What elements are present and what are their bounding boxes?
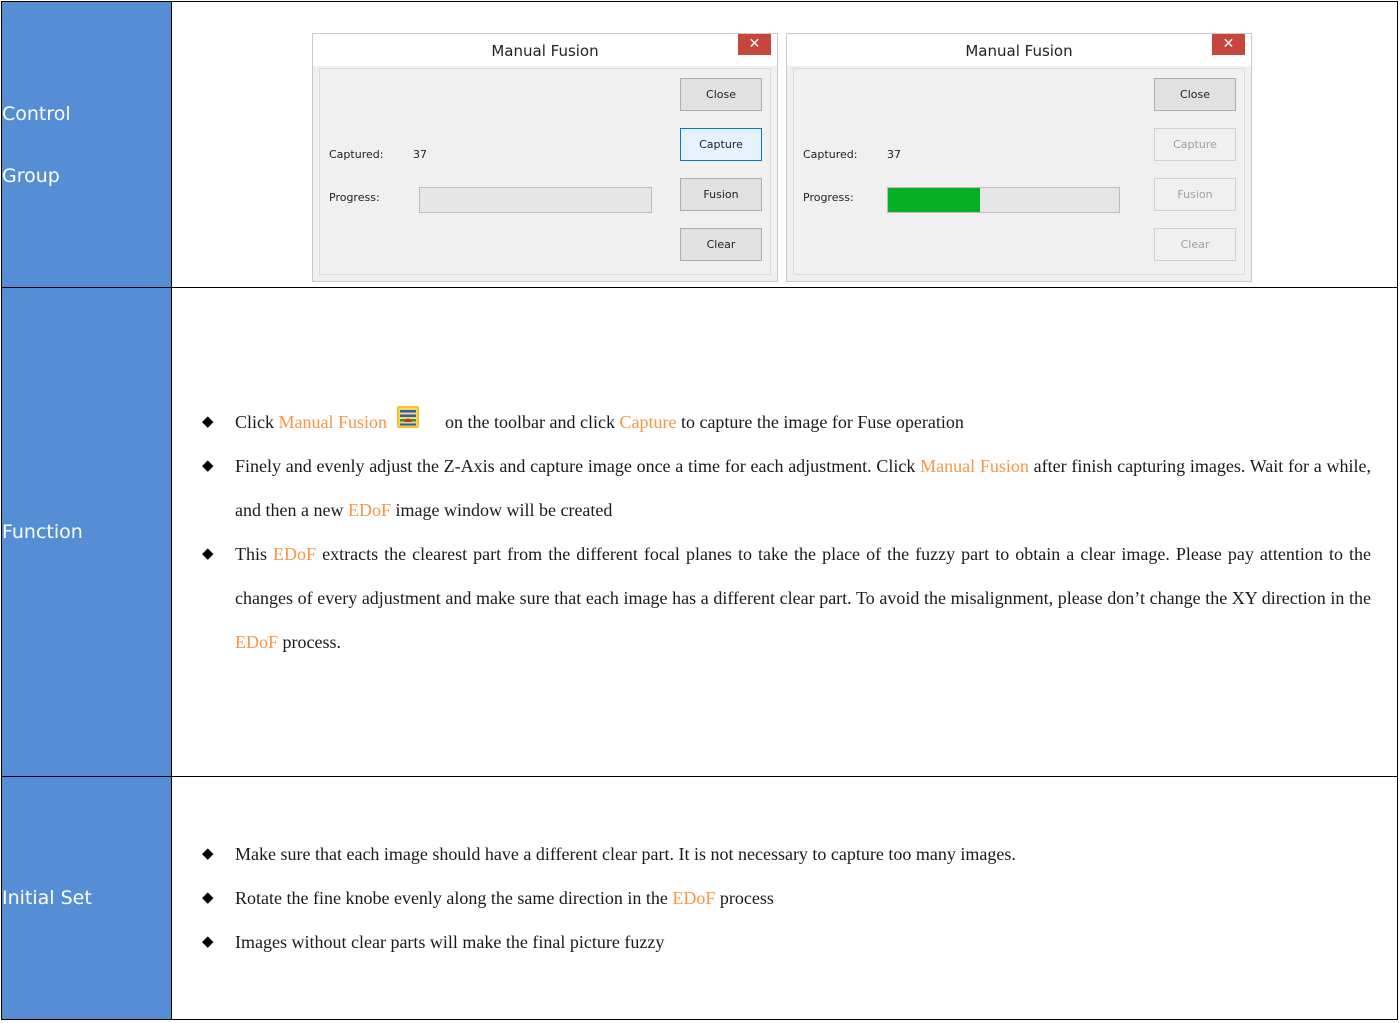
manual-fusion-dialog-idle: Manual Fusion ✕ Captured: 37 Progress: C…	[312, 32, 778, 282]
captured-label: Captured:	[329, 147, 384, 161]
diamond-bullet-icon: ◆	[202, 458, 214, 474]
close-button[interactable]: Close	[680, 77, 762, 111]
row-label-control-group: Control Group	[1, 1, 172, 288]
capture-button[interactable]: Capture	[1154, 127, 1236, 161]
dialog-pane: Captured: 37 Progress: Close Capture Fus…	[793, 67, 1245, 275]
dialog-title: Manual Fusion	[491, 41, 599, 60]
initial-item-1: ◆ Make sure that each image should have a…	[172, 832, 1371, 876]
progress-fill	[888, 187, 981, 212]
fusion-button[interactable]: Fusion	[1154, 177, 1236, 211]
highlight-edof: EDoF	[273, 544, 317, 564]
dialog-title: Manual Fusion	[965, 41, 1073, 60]
clear-button[interactable]: Clear	[680, 227, 762, 261]
initial-item-3: ◆ Images without clear parts will make th…	[172, 920, 1371, 964]
label-line-2: Group	[2, 164, 60, 187]
diamond-bullet-icon: ◆	[202, 934, 214, 950]
initial-set-list: ◆ Make sure that each image should have a…	[172, 832, 1397, 964]
manual-fusion-toolbar-icon	[397, 400, 420, 428]
captured-count: 37	[413, 147, 427, 161]
function-item-1: ◆ Click Manual Fusion on the toolbar and c…	[172, 400, 1371, 444]
manual-fusion-doc-table: Control Group Manual Fusion ✕ Captured: …	[1, 1, 1398, 1020]
progress-bar	[419, 186, 652, 213]
capture-button[interactable]: Capture	[680, 127, 762, 161]
progress-label: Progress:	[329, 190, 380, 204]
text: Rotate the fine knobe evenly along the s…	[235, 888, 673, 908]
diamond-bullet-icon: ◆	[202, 846, 214, 862]
diamond-bullet-icon: ◆	[202, 414, 214, 430]
text: extracts the clearest part from the diff…	[235, 544, 1371, 608]
dialog-screenshots: Manual Fusion ✕ Captured: 37 Progress: C…	[172, 3, 1397, 287]
highlight-edof: EDoF	[235, 632, 279, 652]
initial-set-cell: ◆ Make sure that each image should have a…	[171, 776, 1398, 1020]
highlight-edof: EDoF	[672, 888, 716, 908]
function-list: ◆ Click Manual Fusion on the toolbar and c…	[172, 400, 1397, 664]
progress-label: Progress:	[803, 190, 854, 204]
row-label-initial-set: Initial Set	[1, 776, 172, 1020]
initial-item-2: ◆ Rotate the fine knobe evenly along the …	[172, 876, 1371, 920]
dialog-titlebar: Manual Fusion ✕	[787, 33, 1251, 66]
highlight-edof: EDoF	[347, 500, 391, 520]
highlight-capture: Capture	[619, 412, 677, 432]
row-control-group: Control Group Manual Fusion ✕ Captured: …	[1, 1, 1398, 288]
function-item-3: ◆ This EDoF extracts the clearest part fr…	[172, 532, 1371, 664]
fusion-button[interactable]: Fusion	[680, 177, 762, 211]
row-initial-set: Initial Set ◆ Make sure that each image s…	[1, 776, 1398, 1020]
captured-count: 37	[887, 147, 901, 161]
row-label-function: Function	[1, 287, 172, 777]
function-cell: ◆ Click Manual Fusion on the toolbar and c…	[171, 287, 1398, 777]
close-icon[interactable]: ✕	[738, 33, 771, 55]
clear-button[interactable]: Clear	[1154, 227, 1236, 261]
close-icon[interactable]: ✕	[1212, 33, 1245, 55]
captured-label: Captured:	[803, 147, 858, 161]
control-group-cell: Manual Fusion ✕ Captured: 37 Progress: C…	[171, 1, 1398, 288]
text: Make sure that each image should have a …	[235, 844, 1016, 864]
progress-bar	[887, 186, 1120, 213]
text: image window will be created	[390, 500, 613, 520]
close-button[interactable]: Close	[1154, 77, 1236, 111]
text: Finely and evenly adjust the Z-Axis and …	[235, 456, 921, 476]
dialog-pane: Captured: 37 Progress: Close Capture Fus…	[319, 67, 771, 275]
highlight-manual-fusion: Manual Fusion	[278, 412, 388, 432]
diamond-bullet-icon: ◆	[202, 890, 214, 906]
text: process	[715, 888, 774, 908]
text: This	[235, 544, 274, 564]
text: Images without clear parts will make the…	[235, 932, 665, 952]
text: on the toolbar and click	[445, 412, 620, 432]
label-function: Function	[2, 521, 83, 543]
text: Click	[235, 412, 279, 432]
label-initial-set: Initial Set	[2, 887, 92, 909]
manual-fusion-dialog-processing: Manual Fusion ✕ Captured: 37 Progress: C…	[786, 32, 1252, 282]
diamond-bullet-icon: ◆	[202, 546, 214, 562]
text: process.	[278, 632, 341, 652]
dialog-titlebar: Manual Fusion ✕	[313, 33, 777, 66]
row-function: Function ◆ Click Manual Fusion on the tool…	[1, 287, 1398, 777]
highlight-manual-fusion: Manual Fusion	[920, 456, 1029, 476]
text: to capture the image for Fuse operation	[676, 412, 964, 432]
function-item-2: ◆ Finely and evenly adjust the Z-Axis and…	[172, 444, 1371, 532]
label-line-1: Control	[2, 102, 71, 125]
